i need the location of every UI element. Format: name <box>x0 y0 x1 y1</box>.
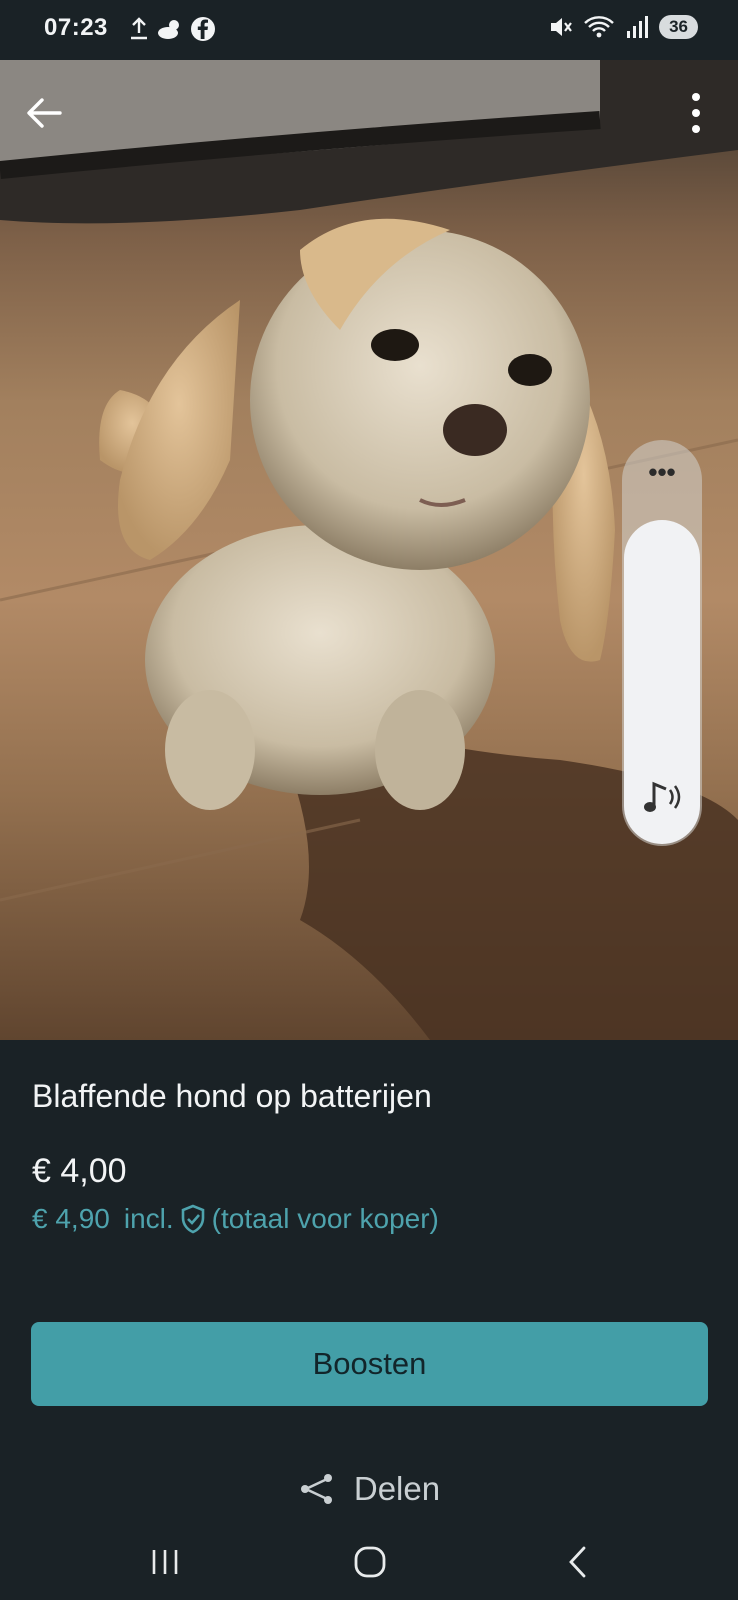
boost-button[interactable]: Boosten <box>31 1322 708 1406</box>
listing-title: Blaffende hond op batterijen <box>32 1078 432 1114</box>
battery-level: 36 <box>659 15 698 39</box>
recent-apps-icon[interactable] <box>140 1537 190 1587</box>
share-icon <box>300 1474 332 1504</box>
navigation-bar <box>0 1525 738 1600</box>
shield-check-icon <box>181 1204 204 1234</box>
back-arrow-icon[interactable] <box>22 90 68 136</box>
share-label: Delen <box>353 1470 441 1507</box>
share-button[interactable]: Delen <box>0 1470 738 1508</box>
status-left-icons <box>128 16 216 42</box>
price-incl-row[interactable]: € 4,90 incl. (totaal voor koper) <box>32 1202 439 1236</box>
price-incl-label: incl. <box>123 1203 174 1234</box>
volume-panel[interactable]: ••• <box>622 440 702 846</box>
status-bar: 07:23 36 <box>0 0 738 60</box>
price-incl-amount: € 4,90 <box>32 1203 110 1234</box>
more-horizontal-icon[interactable]: ••• <box>622 459 702 485</box>
status-time: 07:23 <box>44 14 108 41</box>
listing-photo[interactable]: ••• <box>0 60 738 1040</box>
more-vertical-icon[interactable] <box>684 88 708 138</box>
back-icon[interactable] <box>553 1537 603 1587</box>
weather-icon <box>158 20 179 39</box>
facebook-icon <box>191 17 215 41</box>
home-icon[interactable] <box>345 1537 395 1587</box>
upload-icon <box>131 17 147 40</box>
listing-price: € 4,00 <box>32 1152 127 1190</box>
signal-icon <box>627 16 649 38</box>
wifi-icon <box>584 16 614 38</box>
status-right-icons: 36 <box>547 14 698 40</box>
music-note-icon[interactable] <box>640 774 686 820</box>
mute-icon <box>551 18 572 36</box>
price-incl-note: (totaal voor koper) <box>211 1203 439 1234</box>
listing-info: Blaffende hond op batterijen € 4,00 € 4,… <box>0 1040 738 1490</box>
